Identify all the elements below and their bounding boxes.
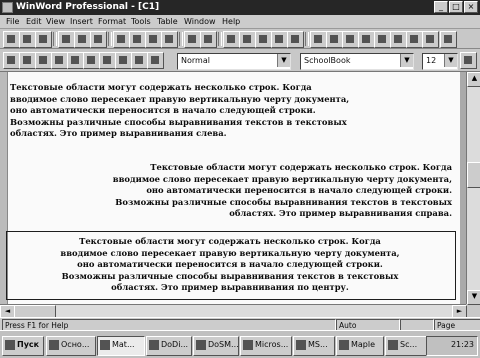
chart-icon[interactable] — [287, 31, 304, 48]
winword-icon — [100, 340, 110, 350]
tool-icon[interactable] — [406, 31, 423, 48]
insert-frame-icon[interactable] — [255, 31, 272, 48]
app-icon — [296, 340, 306, 350]
style-value: Normal — [181, 56, 210, 65]
cut-icon[interactable] — [113, 31, 130, 48]
standard-toolbar — [0, 29, 480, 49]
scroll-up-icon[interactable]: ▲ — [467, 72, 480, 87]
start-button[interactable]: Пуск — [2, 336, 44, 356]
redo-icon[interactable] — [200, 31, 217, 48]
menu-help[interactable]: Help — [222, 16, 240, 28]
toolbar-separator — [53, 32, 57, 46]
menu-view[interactable]: View — [46, 16, 65, 28]
columns-icon[interactable] — [239, 31, 256, 48]
font-select[interactable]: SchoolBook ▼ — [300, 53, 414, 70]
tool-icon[interactable] — [422, 31, 439, 48]
align-right-icon[interactable] — [115, 52, 132, 69]
paragraph-left-aligned[interactable]: Текстовые области могут содержать нескол… — [10, 82, 458, 140]
zoom-icon[interactable] — [326, 31, 343, 48]
paragraph-right-aligned[interactable]: Текстовые области могут содержать нескол… — [10, 162, 452, 220]
tool-icon[interactable] — [390, 31, 407, 48]
new-file-icon[interactable] — [3, 31, 20, 48]
print-icon[interactable] — [58, 31, 75, 48]
insert-table-icon[interactable] — [223, 31, 240, 48]
align-left-icon[interactable] — [83, 52, 100, 69]
app-icon — [49, 340, 59, 350]
bullets-icon[interactable] — [147, 52, 164, 69]
menu-window[interactable]: Window — [184, 16, 216, 28]
copy-icon[interactable] — [129, 31, 146, 48]
menu-insert[interactable]: Insert — [70, 16, 93, 28]
grow-font-icon[interactable] — [460, 52, 477, 69]
toolbar-separator — [179, 32, 183, 46]
font-value: SchoolBook — [304, 56, 351, 65]
toolbar-separator — [218, 32, 222, 46]
chevron-down-icon[interactable]: ▼ — [400, 54, 413, 67]
vertical-scrollbar[interactable]: ▲ ▼ — [466, 72, 480, 305]
app-icon — [149, 340, 159, 350]
window-title: WinWord Professional - [C1] — [16, 2, 160, 12]
taskbar-item-active[interactable]: Mat... — [97, 336, 145, 356]
taskbar-item[interactable]: Sc... — [385, 336, 427, 356]
taskbar-item[interactable]: Maple — [336, 336, 384, 356]
system-tray: 21:23 — [426, 336, 478, 356]
bold-icon[interactable] — [35, 52, 52, 69]
minimize-button[interactable]: _ — [434, 1, 448, 13]
menu-bar: File Edit View Insert Format Tools Table… — [0, 15, 480, 29]
windows-logo-icon — [5, 340, 15, 350]
open-file-icon[interactable] — [19, 31, 36, 48]
horizontal-scrollbar[interactable]: ◄ ► — [0, 304, 467, 319]
chevron-down-icon[interactable]: ▼ — [277, 54, 290, 67]
vertical-scroll-thumb[interactable] — [467, 162, 480, 188]
taskbar-item[interactable]: DoDi... — [146, 336, 192, 356]
show-marks-icon[interactable] — [310, 31, 327, 48]
underline-icon[interactable] — [67, 52, 84, 69]
menu-tools[interactable]: Tools — [131, 16, 151, 28]
formatting-toolbar: Normal ▼ SchoolBook ▼ 12 ▼ — [0, 50, 480, 72]
toolbar-separator — [305, 32, 309, 46]
style-icon[interactable] — [3, 52, 20, 69]
taskbar-item[interactable]: DoSM... — [193, 336, 239, 356]
maple-icon — [339, 340, 349, 350]
tool-icon[interactable] — [358, 31, 375, 48]
menu-table[interactable]: Table — [157, 16, 178, 28]
help-icon[interactable] — [342, 31, 359, 48]
font-size-select[interactable]: 12 ▼ — [422, 53, 458, 70]
scroll-down-icon[interactable]: ▼ — [467, 290, 480, 305]
justify-icon[interactable] — [131, 52, 148, 69]
print-preview-icon[interactable] — [74, 31, 91, 48]
menu-file[interactable]: File — [6, 16, 19, 28]
save-icon[interactable] — [35, 31, 52, 48]
align-center-icon[interactable] — [99, 52, 116, 69]
app-icon — [388, 340, 398, 350]
format-painter-icon[interactable] — [161, 31, 178, 48]
app-icon — [243, 340, 253, 350]
paragraph-center-aligned[interactable]: Текстовые области могут содержать нескол… — [10, 236, 450, 294]
menu-edit[interactable]: Edit — [26, 16, 42, 28]
style-select[interactable]: Normal ▼ — [177, 53, 291, 70]
undo-icon[interactable] — [184, 31, 201, 48]
chevron-down-icon[interactable]: ▼ — [444, 54, 457, 67]
close-button[interactable]: × — [464, 1, 478, 13]
status-bar: Press F1 for Help Auto Page — [0, 317, 480, 332]
menu-format[interactable]: Format — [98, 16, 126, 28]
taskbar: Пуск Осно... Mat... DoDi... DoSM... Micr… — [0, 330, 480, 358]
toolbar-separator — [108, 32, 112, 46]
tool-icon[interactable] — [374, 31, 391, 48]
spell-check-icon[interactable] — [90, 31, 107, 48]
app-icon[interactable] — [2, 2, 13, 13]
font-size-value: 12 — [426, 56, 437, 65]
taskbar-item[interactable]: Micros... — [240, 336, 292, 356]
app-icon — [196, 340, 206, 350]
clock[interactable]: 21:23 — [451, 337, 474, 353]
title-bar[interactable]: WinWord Professional - [C1] _ □ × — [0, 0, 480, 15]
taskbar-item[interactable]: Осно... — [46, 336, 96, 356]
drawing-icon[interactable] — [271, 31, 288, 48]
paste-icon[interactable] — [145, 31, 162, 48]
taskbar-item[interactable]: MS... — [293, 336, 335, 356]
italic-icon[interactable] — [51, 52, 68, 69]
maximize-button[interactable]: □ — [449, 1, 463, 13]
tool-icon[interactable] — [440, 31, 457, 48]
paragraph-icon[interactable] — [19, 52, 36, 69]
